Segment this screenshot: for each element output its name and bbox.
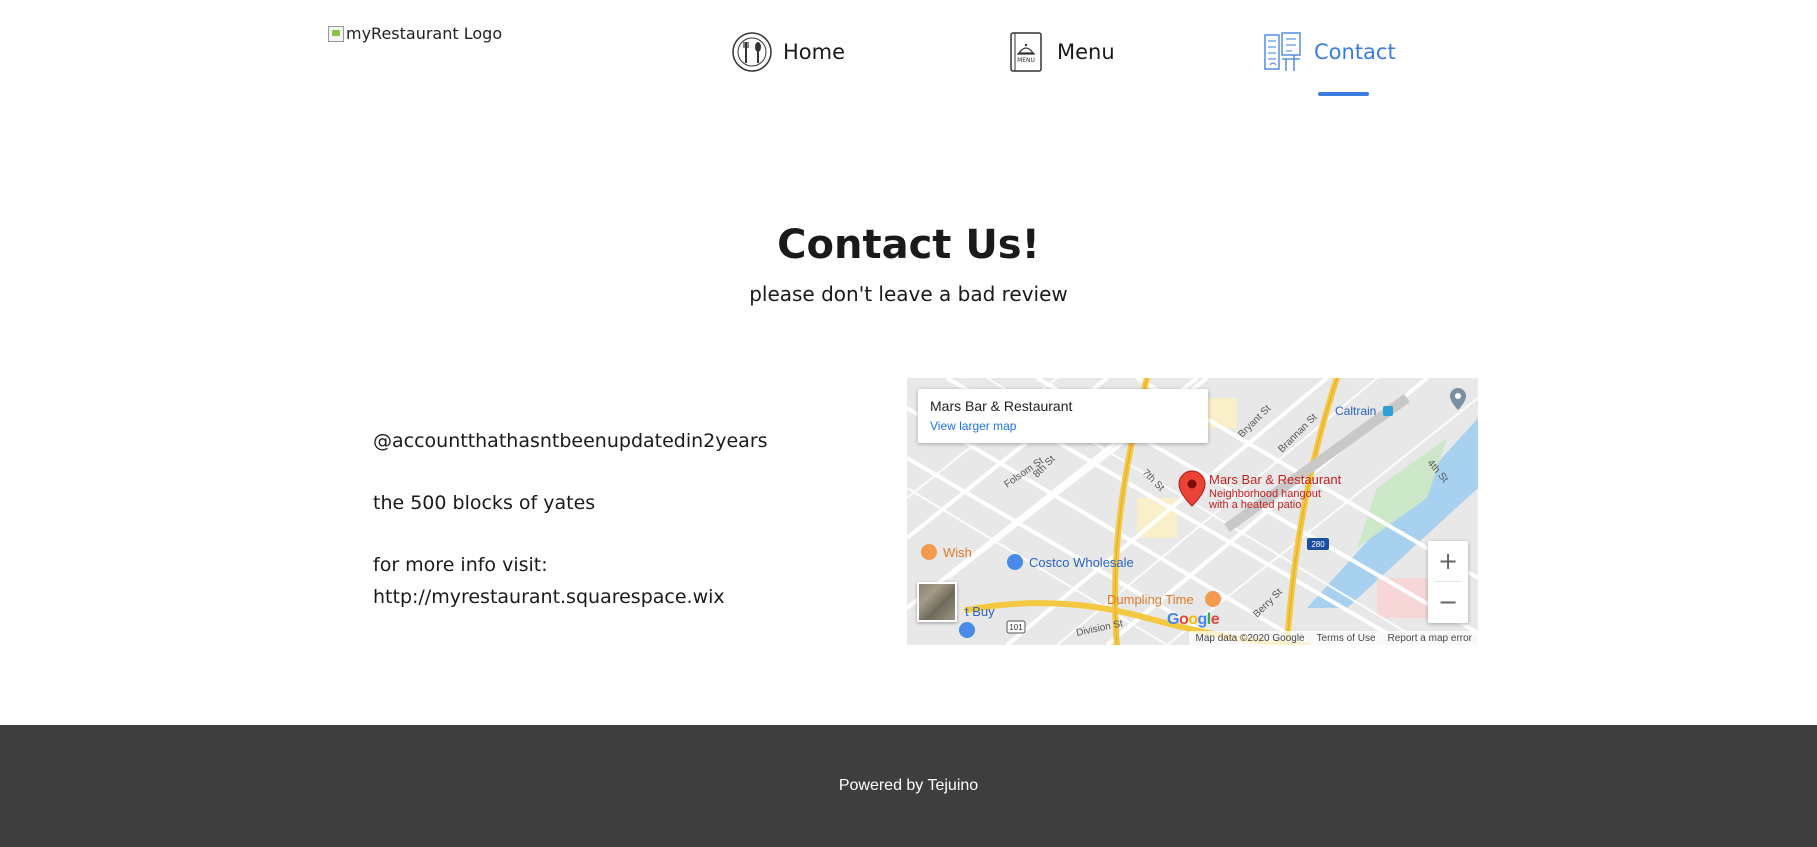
page-subtitle: please don't leave a bad review <box>749 282 1068 306</box>
map-place-name: Mars Bar & Restaurant <box>930 398 1073 414</box>
zoom-in-button[interactable]: + <box>1428 541 1468 581</box>
page-title: Contact Us! <box>777 222 1040 268</box>
nav-home-label: Home <box>783 40 846 64</box>
svg-text:t Buy: t Buy <box>965 604 995 619</box>
nav-contact-link[interactable]: Contact <box>1262 31 1396 73</box>
more-info-label: for more info visit: <box>373 554 548 576</box>
svg-text:101: 101 <box>1009 623 1023 632</box>
site-footer: Powered by Tejuino <box>0 725 1817 847</box>
map-zoom-controls: + − <box>1428 541 1468 623</box>
nav-home-link[interactable]: Home <box>731 31 845 73</box>
address-text: the 500 blocks of yates <box>373 492 596 514</box>
logo-alt-text: myRestaurant Logo <box>346 24 503 43</box>
nav-menu-label: Menu <box>1057 40 1115 64</box>
nav-menu-link[interactable]: MENU Menu <box>1005 31 1115 73</box>
map-attribution-bar: Map data ©2020 Google Terms of Use Repor… <box>1189 631 1478 645</box>
highway-101-shield: 101 <box>1006 620 1026 634</box>
zoom-out-button[interactable]: − <box>1428 582 1468 622</box>
svg-text:Wish: Wish <box>943 545 972 560</box>
svg-text:280: 280 <box>1311 540 1325 549</box>
svg-text:Costco Wholesale: Costco Wholesale <box>1029 555 1134 570</box>
poi-wish[interactable]: Wish <box>921 544 972 560</box>
svg-text:MENU: MENU <box>1017 57 1035 64</box>
city-map-icon <box>1262 31 1304 73</box>
footer-credit: Powered by Tejuino <box>838 777 979 794</box>
website-link[interactable]: http://myrestaurant.squarespace.wix <box>373 586 725 608</box>
pin-title: Mars Bar & Restaurant <box>1209 472 1342 487</box>
map-data-credit: Map data ©2020 Google <box>1195 632 1305 644</box>
svg-text:Dumpling Time: Dumpling Time <box>1107 592 1194 607</box>
contact-info: @accountthathasntbeenupdatedin2years the… <box>373 425 768 613</box>
menu-book-icon: MENU <box>1005 31 1047 73</box>
social-handle: @accountthathasntbeenupdatedin2years <box>373 430 768 452</box>
nav-contact-label: Contact <box>1314 40 1396 64</box>
map-place-card: Mars Bar & Restaurant View larger map <box>918 389 1208 443</box>
highway-280-shield: 280 <box>1307 538 1329 550</box>
restaurant-logo[interactable]: myRestaurant Logo <box>328 24 502 43</box>
site-header: myRestaurant Logo Home MENU Menu Contact <box>0 0 1817 110</box>
broken-image-icon <box>328 25 344 42</box>
more-info-block: for more info visit: http://myrestaurant… <box>373 549 768 613</box>
pin-desc-line2: with a heated patio <box>1208 499 1301 511</box>
report-map-error-link[interactable]: Report a map error <box>1388 633 1472 644</box>
view-larger-map-link[interactable]: View larger map <box>930 419 1196 433</box>
satellite-toggle-thumbnail[interactable] <box>917 582 957 622</box>
active-nav-indicator <box>1318 92 1369 96</box>
embedded-map[interactable]: Folsom St 8th St 7th St Division St Brya… <box>907 378 1478 645</box>
svg-text:Caltrain: Caltrain <box>1335 404 1376 418</box>
google-logo: Google <box>1167 611 1220 628</box>
plate-cutlery-icon <box>731 31 773 73</box>
terms-of-use-link[interactable]: Terms of Use <box>1317 633 1376 644</box>
